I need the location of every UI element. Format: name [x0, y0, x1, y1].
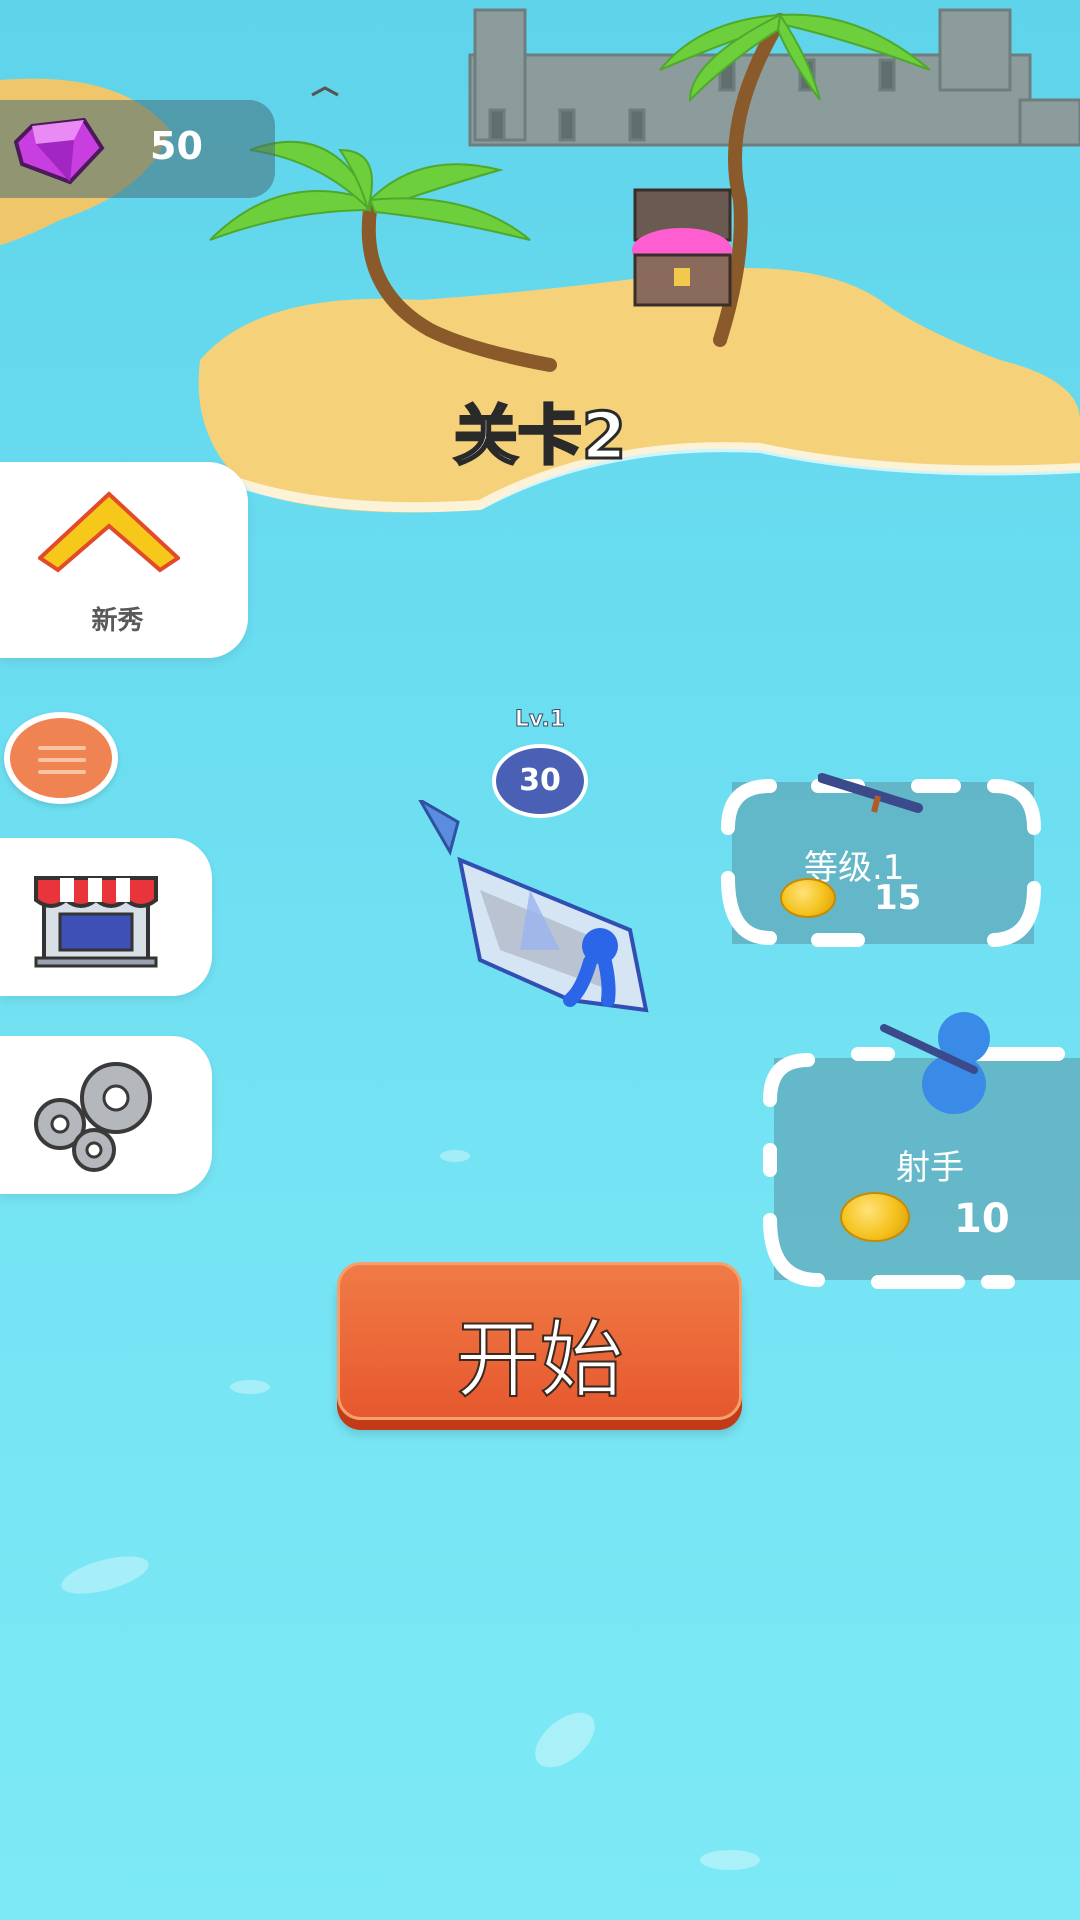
settings-button[interactable] [0, 1036, 212, 1194]
treasure-chest [632, 188, 732, 307]
shooter-label: 射手 [896, 1148, 964, 1188]
gem-count: 50 [150, 124, 203, 168]
menu-button[interactable] [4, 712, 118, 804]
level-upgrade-cost: 15 [874, 878, 922, 918]
game-scene: 50 关卡2 新秀 Lv.1 30 等级.1 15 射手 10 开始 [0, 0, 1080, 1920]
gem-icon [14, 117, 105, 185]
player-level-label: Lv.1 [514, 707, 566, 733]
water-foam [525, 1702, 605, 1778]
rifle-icon [818, 773, 923, 813]
start-button-label: 开始 [454, 1310, 624, 1410]
rank-label: 新秀 [91, 606, 144, 636]
water-foam [700, 1850, 760, 1870]
menu-icon [38, 746, 86, 750]
coin-icon [780, 878, 836, 918]
shooter-pad[interactable]: 射手 10 [758, 1010, 1080, 1300]
rank-card[interactable]: 新秀 [0, 462, 248, 658]
gear-icon [34, 1062, 152, 1172]
start-button[interactable]: 开始 [337, 1262, 742, 1420]
player-power-badge: 30 [492, 744, 588, 818]
shooter-character-icon [880, 1012, 990, 1114]
water-foam [440, 1150, 470, 1162]
shooter-cost: 10 [954, 1196, 1010, 1242]
gem-counter: 50 [0, 100, 275, 198]
water-foam [230, 1380, 270, 1394]
water-foam [57, 1548, 153, 1602]
shop-button[interactable] [0, 838, 212, 996]
shop-icon [34, 876, 158, 968]
rank-chevron-icon [38, 491, 180, 573]
coin-icon [840, 1192, 910, 1242]
level-title: 关卡2 [452, 399, 628, 476]
player-boat [418, 800, 649, 1013]
level-upgrade-pad[interactable]: 等级.1 15 [718, 768, 1048, 958]
